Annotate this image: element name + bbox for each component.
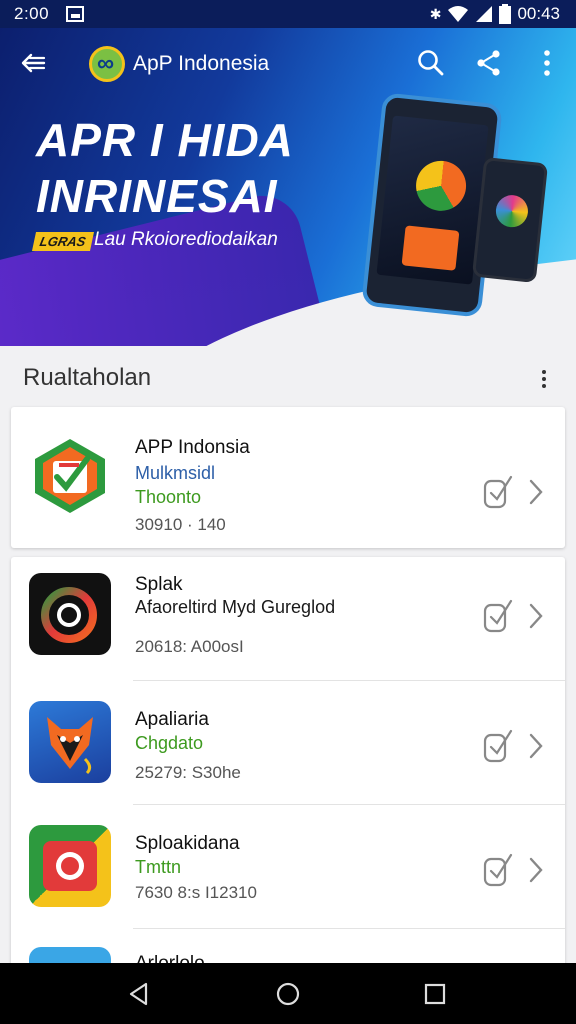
app-row[interactable]: Apaliaria Chgdato 25279: S30he: [11, 681, 565, 805]
status-bar: 2:00 ✱ 00:43: [0, 0, 576, 28]
bluetooth-icon: ✱: [429, 5, 442, 22]
chevron-right-icon[interactable]: [527, 731, 545, 761]
app-graphic-small: [494, 193, 530, 229]
download-icon[interactable]: [481, 471, 515, 511]
search-icon[interactable]: [416, 48, 446, 78]
chevron-right-icon[interactable]: [527, 855, 545, 885]
app-row[interactable]: Splak Afaoreltird Myd Gureglod 20618: A0…: [11, 557, 565, 681]
app-icon: [29, 701, 111, 783]
app-name: Splak: [135, 574, 183, 595]
app-name: Apaliaria: [135, 709, 209, 730]
phone-screen: [376, 115, 489, 285]
app-title: ApP Indonesia: [133, 52, 270, 75]
download-icon[interactable]: [481, 595, 515, 635]
more-vert-icon[interactable]: [532, 48, 562, 78]
app-meta: 20618: A00osI: [135, 637, 244, 656]
app-row[interactable]: APP Indonsia Mulkmsidl Thoonto 30910 · 1…: [11, 415, 565, 539]
signal-icon: [476, 6, 493, 22]
app-list-card: Splak Afaoreltird Myd Gureglod 20618: A0…: [11, 557, 565, 977]
chevron-right-icon[interactable]: [527, 601, 545, 631]
app-name: Sploakidana: [135, 833, 240, 854]
status-time-right: 00:43: [517, 4, 560, 23]
nav-back-icon[interactable]: [126, 981, 152, 1007]
toolbar: ApP Indonesia: [0, 28, 576, 98]
phone-illustration-small: [471, 156, 549, 284]
app-category: Chgdato: [135, 733, 204, 753]
app-icon: [29, 825, 111, 907]
hero-subtitle: Lau Rkoiorediodaikan: [94, 229, 278, 250]
download-icon[interactable]: [481, 725, 515, 765]
hero-title: APR I HIDA INRINESAI: [36, 112, 294, 224]
chevron-right-icon[interactable]: [527, 477, 545, 507]
app-meta: 7630 8:s I12310: [135, 883, 257, 902]
app-meta: 30910 · 140: [135, 515, 226, 534]
battery-icon: [499, 4, 512, 24]
wifi-icon: [448, 6, 469, 22]
app-category: Thoonto: [135, 487, 202, 507]
section-title: Rualtaholan: [23, 364, 152, 391]
app-icon: [29, 573, 111, 655]
share-icon[interactable]: [474, 48, 504, 78]
hero-title-line2: INRINESAI: [36, 170, 278, 222]
nav-home-icon[interactable]: [275, 981, 301, 1007]
app-description: Afaoreltird Myd Gureglod: [135, 597, 336, 617]
navigation-bar: [0, 963, 576, 1024]
hero-title-line1: APR I HIDA: [36, 114, 294, 166]
app-graphic: [413, 158, 469, 214]
back-arrow-icon[interactable]: [18, 48, 48, 78]
nav-recents-icon[interactable]: [422, 981, 448, 1007]
app-meta: 25279: S30he: [135, 763, 241, 782]
app-name: APP Indonsia: [135, 437, 250, 458]
hero-banner: ApP Indonesia APR I HIDA INRINESAI LGRAS…: [0, 28, 576, 346]
notification-icon: [66, 6, 84, 22]
app-row[interactable]: Sploakidana Tmttn 7630 8:s I12310: [11, 805, 565, 929]
hero-badge: LGRAS: [31, 232, 94, 251]
app-graphic-tag: [401, 225, 460, 271]
app-logo: [89, 46, 125, 82]
featured-app-card[interactable]: APP Indonsia Mulkmsidl Thoonto 30910 · 1…: [11, 407, 565, 548]
status-icons: ✱ 00:43: [430, 4, 560, 24]
download-icon[interactable]: [481, 849, 515, 889]
app-icon: [29, 435, 111, 517]
section-more-icon[interactable]: [536, 366, 552, 392]
status-time-left: 2:00: [14, 4, 50, 23]
app-developer: Mulkmsidl: [135, 463, 216, 483]
app-category: Tmttn: [135, 857, 182, 877]
